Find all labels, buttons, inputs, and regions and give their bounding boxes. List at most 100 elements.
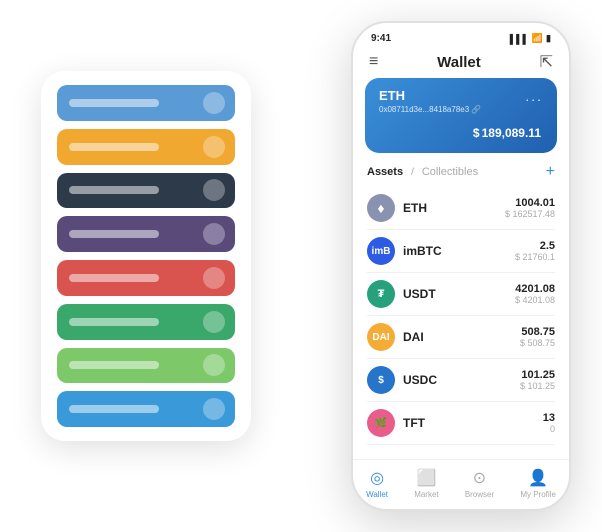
nav-browser[interactable]: ⊙ Browser <box>465 468 494 499</box>
list-item[interactable] <box>57 391 235 427</box>
page-title: Wallet <box>437 54 481 71</box>
market-nav-label: Market <box>414 490 438 499</box>
list-item[interactable] <box>57 348 235 384</box>
asset-name: ETH <box>403 201 505 215</box>
table-row[interactable]: ♦ ETH 1004.01 $ 162517.48 <box>367 187 555 230</box>
tab-separator: / <box>411 167 414 178</box>
profile-nav-icon: 👤 <box>528 468 548 488</box>
assets-tabs: Assets / Collectibles <box>367 166 478 178</box>
asset-name: USDT <box>403 287 515 301</box>
amount-primary: 13 <box>543 412 555 424</box>
card-icon <box>203 223 225 245</box>
table-row[interactable]: $ USDC 101.25 $ 101.25 <box>367 359 555 402</box>
table-row[interactable]: ₮ USDT 4201.08 $ 4201.08 <box>367 273 555 316</box>
amount-secondary: $ 4201.08 <box>515 295 555 305</box>
list-item[interactable] <box>57 304 235 340</box>
card-text <box>69 99 159 107</box>
amount-secondary: $ 21760.1 <box>515 252 555 262</box>
market-nav-icon: ⬜ <box>416 468 436 488</box>
card-text <box>69 318 159 326</box>
list-item[interactable] <box>57 129 235 165</box>
usdt-icon: ₮ <box>367 280 395 308</box>
asset-amounts: 1004.01 $ 162517.48 <box>505 197 555 219</box>
nav-profile[interactable]: 👤 My Profile <box>520 468 556 499</box>
card-text <box>69 405 159 413</box>
amount-primary: 1004.01 <box>505 197 555 209</box>
eth-icon: ♦ <box>367 194 395 222</box>
bottom-nav: ◎ Wallet ⬜ Market ⊙ Browser 👤 My Profile <box>353 459 569 509</box>
signal-icon: ▌▌▌ <box>510 34 529 44</box>
asset-list: ♦ ETH 1004.01 $ 162517.48 imB imBTC 2.5 … <box>353 187 569 459</box>
status-bar: 9:41 ▌▌▌ 📶 ▮ <box>353 23 569 48</box>
asset-amounts: 4201.08 $ 4201.08 <box>515 283 555 305</box>
menu-icon[interactable]: ≡ <box>369 53 378 71</box>
amount-secondary: $ 508.75 <box>520 338 555 348</box>
battery-icon: ▮ <box>546 33 551 44</box>
wallet-nav-label: Wallet <box>366 490 388 499</box>
asset-amounts: 13 0 <box>543 412 555 434</box>
list-item[interactable] <box>57 260 235 296</box>
card-icon <box>203 311 225 333</box>
card-text <box>69 274 159 282</box>
assets-header: Assets / Collectibles + <box>353 163 569 187</box>
card-text <box>69 361 159 369</box>
card-icon <box>203 92 225 114</box>
card-icon <box>203 267 225 289</box>
browser-nav-label: Browser <box>465 490 494 499</box>
add-asset-button[interactable]: + <box>546 163 555 181</box>
card-icon <box>203 179 225 201</box>
expand-icon[interactable]: ⇱ <box>540 52 553 72</box>
asset-name: DAI <box>403 330 520 344</box>
amount-value: 189,089.11 <box>482 126 541 140</box>
tft-icon: 🌿 <box>367 409 395 437</box>
card-icon <box>203 354 225 376</box>
tab-collectibles[interactable]: Collectibles <box>422 166 478 178</box>
asset-name: USDC <box>403 373 520 387</box>
amount-primary: 508.75 <box>520 326 555 338</box>
list-item[interactable] <box>57 85 235 121</box>
amount-secondary: $ 162517.48 <box>505 209 555 219</box>
list-item[interactable] <box>57 216 235 252</box>
card-text <box>69 186 159 194</box>
currency-symbol: $ <box>473 126 480 140</box>
wallet-nav-icon: ◎ <box>370 468 384 488</box>
status-icons: ▌▌▌ 📶 ▮ <box>510 33 551 44</box>
amount-primary: 4201.08 <box>515 283 555 295</box>
asset-name: TFT <box>403 416 543 430</box>
time-label: 9:41 <box>371 33 391 44</box>
imbtc-icon: imB <box>367 237 395 265</box>
browser-nav-icon: ⊙ <box>473 468 486 488</box>
card-icon <box>203 398 225 420</box>
amount-primary: 2.5 <box>515 240 555 252</box>
tab-assets[interactable]: Assets <box>367 166 403 178</box>
asset-amounts: 508.75 $ 508.75 <box>520 326 555 348</box>
eth-card[interactable]: ETH 0x08711d3e...8418a78e3 🔗 $189,089.11… <box>365 78 557 153</box>
nav-bar: ≡ Wallet ⇱ <box>353 48 569 78</box>
nav-wallet[interactable]: ◎ Wallet <box>366 468 388 499</box>
list-item[interactable] <box>57 173 235 209</box>
usdc-icon: $ <box>367 366 395 394</box>
amount-primary: 101.25 <box>520 369 555 381</box>
asset-amounts: 2.5 $ 21760.1 <box>515 240 555 262</box>
eth-card-title: ETH <box>379 88 543 103</box>
amount-secondary: $ 101.25 <box>520 381 555 391</box>
wifi-icon: 📶 <box>532 33 543 44</box>
card-icon <box>203 136 225 158</box>
amount-secondary: 0 <box>543 424 555 434</box>
eth-card-amount: $189,089.11 <box>379 120 543 143</box>
more-options-icon[interactable]: ... <box>525 88 543 104</box>
wallet-card-panel <box>41 71 251 441</box>
profile-nav-label: My Profile <box>520 490 556 499</box>
asset-name: imBTC <box>403 244 515 258</box>
dai-icon: DAI <box>367 323 395 351</box>
card-text <box>69 230 159 238</box>
table-row[interactable]: 🌿 TFT 13 0 <box>367 402 555 445</box>
card-text <box>69 143 159 151</box>
phone-frame: 9:41 ▌▌▌ 📶 ▮ ≡ Wallet ⇱ ETH 0x08711d3e..… <box>351 21 571 511</box>
eth-card-address: 0x08711d3e...8418a78e3 🔗 <box>379 105 543 114</box>
asset-amounts: 101.25 $ 101.25 <box>520 369 555 391</box>
nav-market[interactable]: ⬜ Market <box>414 468 438 499</box>
table-row[interactable]: DAI DAI 508.75 $ 508.75 <box>367 316 555 359</box>
table-row[interactable]: imB imBTC 2.5 $ 21760.1 <box>367 230 555 273</box>
scene: 9:41 ▌▌▌ 📶 ▮ ≡ Wallet ⇱ ETH 0x08711d3e..… <box>11 11 591 521</box>
